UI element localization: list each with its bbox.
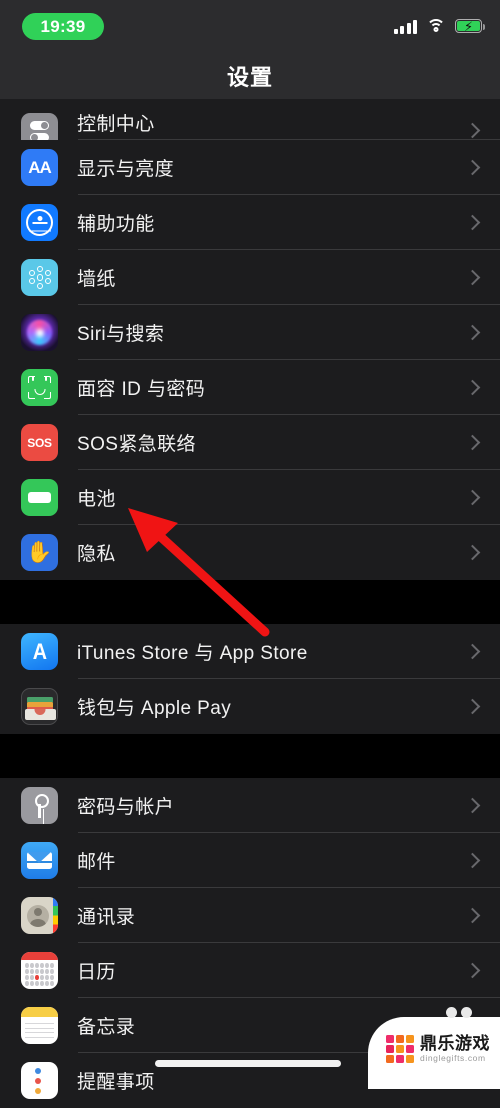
sos-icon-text: SOS bbox=[27, 435, 52, 450]
home-indicator bbox=[155, 1060, 341, 1067]
settings-row-display-brightness[interactable]: AA 显示与亮度 bbox=[0, 140, 500, 195]
row-label: 显示与亮度 bbox=[77, 159, 175, 180]
mail-icon bbox=[21, 842, 58, 879]
row-label: iTunes Store 与 App Store bbox=[77, 643, 308, 664]
iphone-settings-screen: 19:39 ⚡ 设置 控制中心 AA 显示与亮度 辅助功能 墙纸 Siri与搜索… bbox=[0, 0, 500, 1108]
face-id-icon bbox=[21, 369, 58, 406]
row-label: SOS紧急联络 bbox=[77, 434, 196, 455]
chevron-right-icon bbox=[464, 324, 481, 341]
wifi-icon bbox=[426, 18, 446, 34]
chevron-right-icon bbox=[464, 489, 481, 506]
chevron-right-icon bbox=[464, 159, 481, 176]
row-label: 邮件 bbox=[77, 852, 116, 873]
settings-row-face-id-passcode[interactable]: 面容 ID 与密码 bbox=[0, 360, 500, 415]
chevron-right-icon bbox=[464, 797, 481, 814]
display-brightness-icon: AA bbox=[21, 149, 58, 186]
chevron-right-icon bbox=[464, 962, 481, 979]
siri-icon bbox=[21, 314, 58, 351]
watermark-ears-icon bbox=[446, 1007, 472, 1018]
passwords-accounts-icon bbox=[21, 787, 58, 824]
row-label: 密码与帐户 bbox=[77, 797, 175, 818]
settings-row-wallet-apple-pay[interactable]: 钱包与 Apple Pay bbox=[0, 679, 500, 734]
hand-glyph: ✋ bbox=[26, 541, 53, 564]
notes-icon bbox=[21, 1007, 58, 1044]
status-bar-time: 19:39 bbox=[40, 16, 86, 36]
settings-group-stores: A iTunes Store 与 App Store 钱包与 Apple Pay bbox=[0, 624, 500, 734]
app-store-icon: A bbox=[21, 633, 58, 670]
settings-row-siri-search[interactable]: Siri与搜索 bbox=[0, 305, 500, 360]
display-icon-text: AA bbox=[28, 157, 52, 177]
group-separator bbox=[0, 734, 500, 778]
settings-row-contacts[interactable]: 通讯录 bbox=[0, 888, 500, 943]
row-label: 日历 bbox=[77, 962, 116, 983]
settings-row-calendar[interactable]: 日历 bbox=[0, 943, 500, 998]
calendar-icon bbox=[21, 952, 58, 989]
group-separator bbox=[0, 580, 500, 624]
settings-row-privacy[interactable]: ✋ 隐私 bbox=[0, 525, 500, 580]
privacy-icon: ✋ bbox=[21, 534, 58, 571]
settings-row-mail[interactable]: 邮件 bbox=[0, 833, 500, 888]
row-label: Siri与搜索 bbox=[77, 324, 165, 345]
settings-row-emergency-sos[interactable]: SOS SOS紧急联络 bbox=[0, 415, 500, 470]
settings-row-itunes-app-store[interactable]: A iTunes Store 与 App Store bbox=[0, 624, 500, 679]
chevron-right-icon bbox=[464, 643, 481, 660]
page-title: 设置 bbox=[226, 64, 273, 90]
charging-bolt-icon: ⚡ bbox=[464, 19, 474, 34]
chevron-right-icon bbox=[464, 214, 481, 231]
watermark-url: dinglegifts.com bbox=[420, 1053, 486, 1064]
wallet-icon bbox=[21, 688, 58, 725]
settings-group-system: 控制中心 AA 显示与亮度 辅助功能 墙纸 Siri与搜索 面容 ID 与密码 … bbox=[0, 99, 500, 580]
watermark-title: 鼎乐游戏 bbox=[420, 1033, 490, 1053]
battery-charging-icon: ⚡ bbox=[455, 19, 486, 34]
row-label: 面容 ID 与密码 bbox=[77, 379, 206, 400]
reminders-icon bbox=[21, 1062, 58, 1099]
row-label: 通讯录 bbox=[77, 907, 136, 928]
settings-row-accessibility[interactable]: 辅助功能 bbox=[0, 195, 500, 250]
status-bar-indicators: ⚡ bbox=[393, 14, 486, 38]
navigation-bar: 设置 bbox=[0, 52, 500, 99]
row-label: 墙纸 bbox=[77, 269, 116, 290]
row-label: 钱包与 Apple Pay bbox=[77, 698, 232, 719]
status-bar: 19:39 ⚡ bbox=[0, 0, 500, 52]
app-store-glyph: A bbox=[32, 638, 47, 664]
chevron-right-icon bbox=[464, 907, 481, 924]
settings-row-wallpaper[interactable]: 墙纸 bbox=[0, 250, 500, 305]
settings-row-control-center[interactable]: 控制中心 bbox=[0, 99, 500, 150]
row-label: 辅助功能 bbox=[77, 214, 155, 235]
watermark-badge: 鼎乐游戏 dinglegifts.com bbox=[368, 1007, 500, 1089]
row-label: 控制中心 bbox=[77, 114, 155, 135]
screen-recording-time-pill[interactable]: 19:39 bbox=[22, 13, 104, 40]
chevron-right-icon bbox=[464, 698, 481, 715]
chevron-right-icon bbox=[464, 852, 481, 869]
battery-icon bbox=[21, 479, 58, 516]
row-label: 电池 bbox=[77, 489, 116, 510]
row-label: 隐私 bbox=[77, 544, 116, 565]
chevron-right-icon bbox=[464, 434, 481, 451]
settings-row-battery[interactable]: 电池 bbox=[0, 470, 500, 525]
chevron-right-icon bbox=[464, 122, 481, 139]
row-label: 提醒事项 bbox=[77, 1072, 155, 1093]
chevron-right-icon bbox=[464, 544, 481, 561]
cellular-bars-icon bbox=[393, 19, 417, 34]
chevron-right-icon bbox=[464, 379, 481, 396]
watermark-logo-icon bbox=[386, 1035, 414, 1063]
wallpaper-icon bbox=[21, 259, 58, 296]
contacts-icon bbox=[21, 897, 58, 934]
settings-list[interactable]: 控制中心 AA 显示与亮度 辅助功能 墙纸 Siri与搜索 面容 ID 与密码 … bbox=[0, 99, 500, 1108]
accessibility-icon bbox=[21, 204, 58, 241]
row-label: 备忘录 bbox=[77, 1017, 136, 1038]
settings-row-passwords-accounts[interactable]: 密码与帐户 bbox=[0, 778, 500, 833]
chevron-right-icon bbox=[464, 269, 481, 286]
emergency-sos-icon: SOS bbox=[21, 424, 58, 461]
